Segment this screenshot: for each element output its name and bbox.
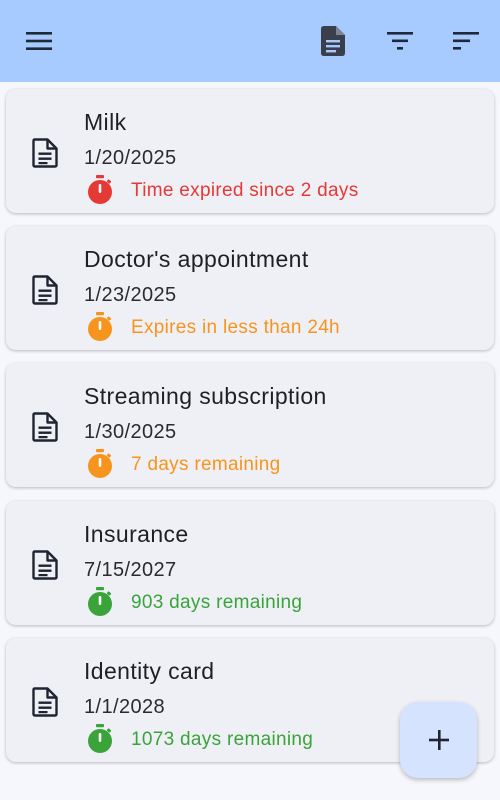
document-button[interactable] xyxy=(313,21,353,61)
timer-icon xyxy=(88,449,112,478)
item-status: Time expired since 2 days xyxy=(131,180,359,201)
item-status: Expires in less than 24h xyxy=(131,317,340,338)
document-icon xyxy=(32,412,58,442)
plus-icon xyxy=(428,730,449,750)
list-item[interactable]: Streaming subscription 1/30/2025 7 days re… xyxy=(6,363,494,487)
timer-icon xyxy=(88,724,112,753)
sort-button[interactable] xyxy=(446,21,486,61)
document-icon xyxy=(32,687,58,717)
item-title: Identity card xyxy=(84,658,215,684)
item-title: Milk xyxy=(84,109,127,135)
timer-icon xyxy=(88,312,112,341)
item-status: 1073 days remaining xyxy=(131,729,314,750)
timer-icon xyxy=(88,587,112,616)
menu-icon xyxy=(26,32,52,50)
list-item[interactable]: Doctor's appointment 1/23/2025 Expires in … xyxy=(6,226,494,350)
filter-button[interactable] xyxy=(380,21,420,61)
list-item[interactable]: Insurance 7/15/2027 903 days remaining xyxy=(6,501,494,625)
item-date: 7/15/2027 xyxy=(84,559,177,581)
item-status: 7 days remaining xyxy=(131,454,281,475)
item-date: 1/23/2025 xyxy=(84,284,177,306)
item-title: Streaming subscription xyxy=(84,383,327,409)
document-icon xyxy=(32,550,58,580)
timer-icon xyxy=(88,175,112,204)
item-status: 903 days remaining xyxy=(131,592,303,613)
item-date: 1/30/2025 xyxy=(84,421,177,443)
sort-icon xyxy=(453,32,479,50)
item-title: Doctor's appointment xyxy=(84,246,309,272)
item-title: Insurance xyxy=(84,521,189,547)
item-date: 1/1/2028 xyxy=(84,696,166,718)
document-icon xyxy=(32,275,58,305)
item-date: 1/20/2025 xyxy=(84,147,177,169)
menu-button[interactable] xyxy=(19,21,59,61)
filter-icon xyxy=(387,32,413,50)
list-item[interactable]: Milk 1/20/2025 Time expired since 2 days xyxy=(6,89,494,213)
app-bar xyxy=(0,0,500,82)
document-icon xyxy=(321,26,345,56)
add-button[interactable] xyxy=(400,702,477,778)
document-icon xyxy=(32,138,58,168)
